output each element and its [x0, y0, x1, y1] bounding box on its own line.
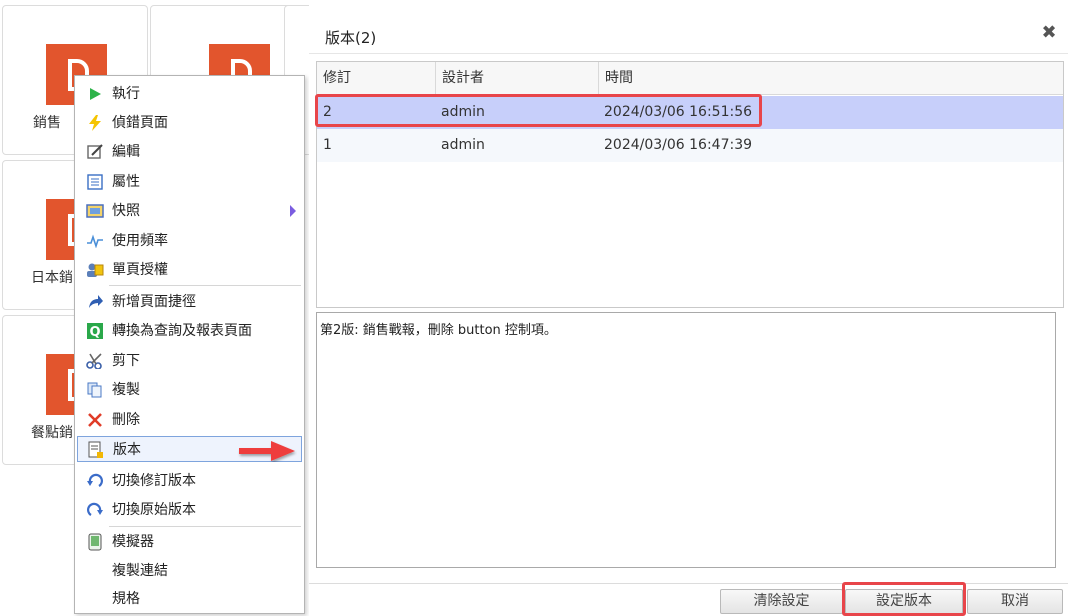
version-note-text[interactable]: 第2版: 銷售戰報，刪除 button 控制項。 — [316, 312, 1056, 568]
lightning-icon — [86, 114, 104, 132]
copy-icon — [86, 381, 104, 399]
shortcut-icon — [86, 293, 104, 311]
delete-icon — [86, 411, 104, 429]
authorize-icon — [86, 261, 104, 279]
table-header: 修訂 設計者 時間 — [317, 62, 1063, 95]
properties-icon — [86, 173, 104, 191]
menu-item-edit[interactable]: 編輯 — [77, 139, 302, 165]
column-header-revision[interactable]: 修訂 — [317, 62, 435, 95]
switch-revision-icon — [86, 472, 104, 490]
query-icon: Q — [86, 322, 104, 340]
dialog-title: 版本(2) — [325, 29, 377, 47]
menu-item-delete[interactable]: 刪除 — [77, 407, 302, 433]
context-menu: 執行 偵錯頁面 編輯 屬性 快照 使用頻率 單頁授權 新增頁面捷徑 Q 轉換為查… — [74, 75, 305, 614]
frequency-icon — [86, 232, 104, 250]
menu-item-spec[interactable]: 規格 — [77, 586, 302, 612]
simulator-icon — [86, 533, 104, 551]
menu-item-convert-to-query[interactable]: Q 轉換為查詢及報表頁面 — [77, 318, 302, 344]
play-icon — [86, 85, 104, 103]
menu-item-page-authorization[interactable]: 單頁授權 — [77, 257, 302, 283]
menu-separator — [109, 285, 301, 286]
switch-original-icon — [86, 501, 104, 519]
table-row[interactable]: 1 admin 2024/03/06 16:47:39 — [317, 129, 1063, 162]
menu-item-snapshot[interactable]: 快照 — [77, 198, 302, 224]
menu-item-simulator[interactable]: 模擬器 — [77, 529, 302, 555]
column-header-time[interactable]: 時間 — [598, 62, 1063, 95]
menu-item-debug-page[interactable]: 偵錯頁面 — [77, 110, 302, 136]
close-icon[interactable]: ✖ — [1040, 24, 1058, 42]
edit-icon — [86, 143, 104, 161]
divider — [309, 53, 1068, 54]
scissors-icon — [86, 352, 104, 370]
menu-item-switch-original[interactable]: 切換原始版本 — [77, 497, 302, 523]
menu-item-copy-link[interactable]: 複製連結 — [77, 558, 302, 584]
submenu-arrow-icon — [290, 205, 296, 217]
menu-item-add-shortcut[interactable]: 新增頁面捷徑 — [77, 289, 302, 315]
menu-item-copy[interactable]: 複製 — [77, 377, 302, 403]
annotation-highlight-box — [315, 94, 762, 127]
menu-item-properties[interactable]: 屬性 — [77, 169, 302, 195]
cell-revision: 1 — [323, 137, 332, 153]
snapshot-icon — [86, 202, 104, 220]
version-icon — [87, 441, 105, 459]
cell-time: 2024/03/06 16:47:39 — [604, 137, 753, 153]
annotation-highlight-box — [842, 582, 966, 616]
menu-item-switch-revision[interactable]: 切換修訂版本 — [77, 468, 302, 494]
menu-item-usage-frequency[interactable]: 使用頻率 — [77, 228, 302, 254]
cell-designer: admin — [441, 137, 485, 153]
clear-settings-button[interactable]: 清除設定 — [720, 589, 843, 614]
column-header-designer[interactable]: 設計者 — [435, 62, 598, 95]
menu-item-run[interactable]: 執行 — [77, 81, 302, 107]
menu-separator — [109, 526, 301, 527]
annotation-arrow-icon — [239, 441, 295, 461]
svg-text:Q: Q — [89, 325, 100, 339]
cancel-button[interactable]: 取消 — [967, 589, 1063, 614]
version-dialog: 版本(2) ✖ 修訂 設計者 時間 2 admin 2024/03/06 16:… — [309, 0, 1068, 616]
menu-item-cut[interactable]: 剪下 — [77, 348, 302, 374]
